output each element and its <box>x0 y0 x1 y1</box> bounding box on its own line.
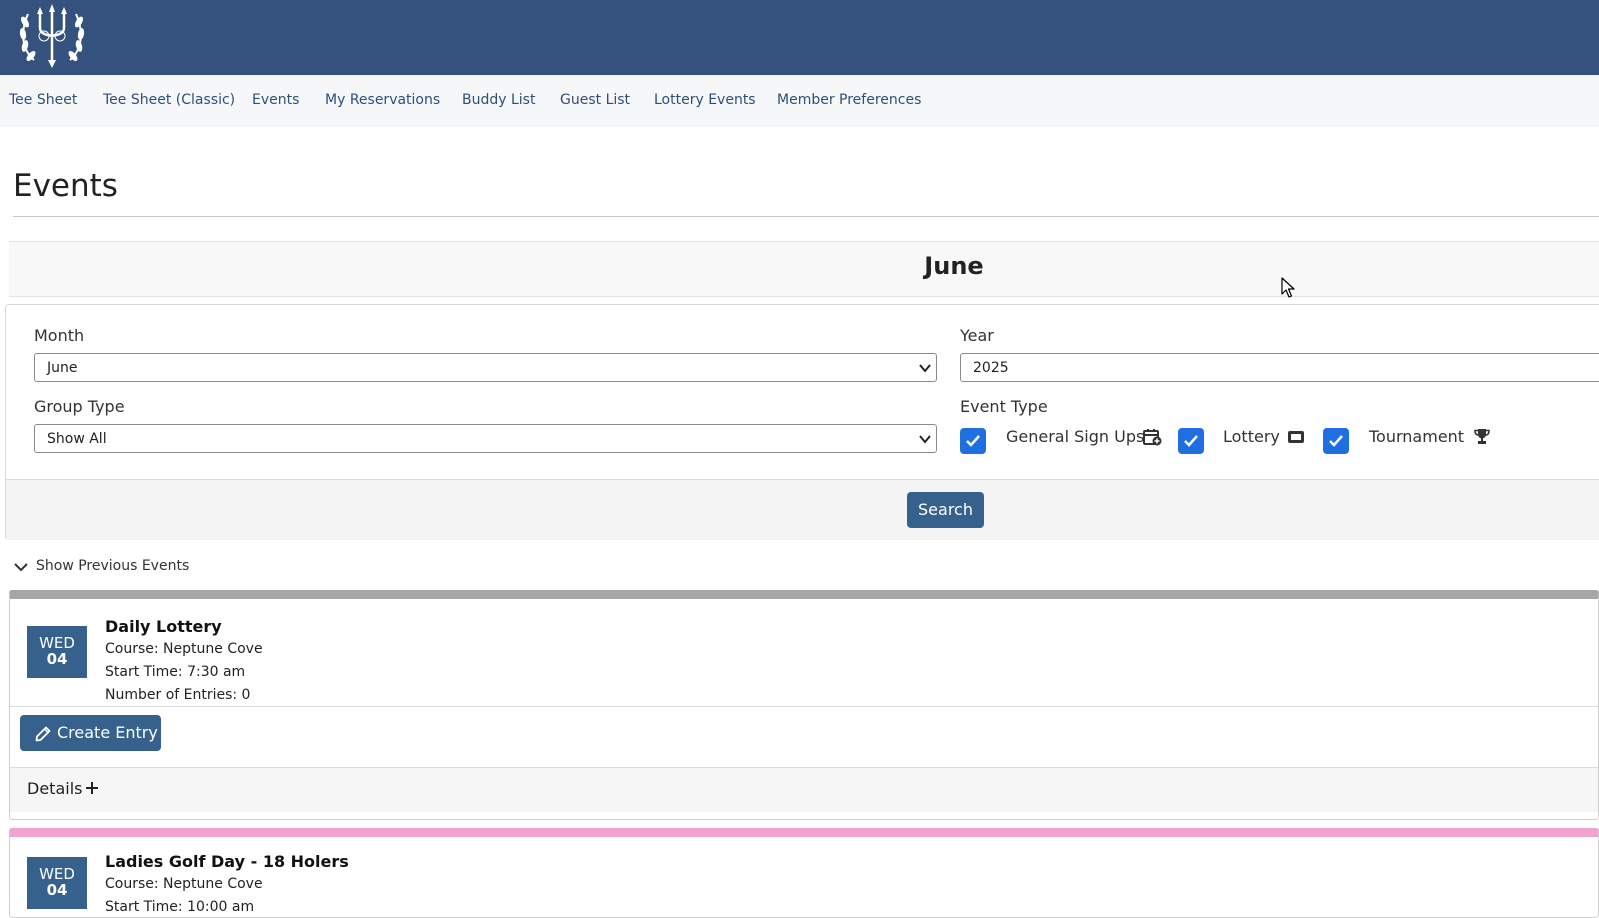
trophy-icon <box>1474 429 1490 444</box>
nav-my-reservations[interactable]: My Reservations <box>325 92 440 108</box>
event-title: Daily Lottery <box>105 617 222 636</box>
event-course: Course: Neptune Cove <box>105 641 263 657</box>
event-course: Course: Neptune Cove <box>105 876 263 892</box>
details-label[interactable]: Details <box>27 779 82 798</box>
event-title: Ladies Golf Day - 18 Holers <box>105 852 349 871</box>
event-entries-count: Number of Entries: 0 <box>105 687 251 703</box>
year-select-value: 2025 <box>973 360 1009 376</box>
checkmark-icon <box>1184 435 1198 447</box>
month-banner: June <box>9 241 1599 297</box>
tournament-checkbox[interactable] <box>1323 428 1349 454</box>
date-badge-day: 04 <box>46 650 68 668</box>
create-entry-label: Create Entry <box>57 723 158 742</box>
chevron-down-icon <box>919 364 931 373</box>
group-type-select-value: Show All <box>47 431 107 447</box>
year-select[interactable]: 2025 <box>960 353 1599 382</box>
event-type-label: Event Type <box>960 397 1048 416</box>
event-start-time: Start Time: 7:30 am <box>105 664 246 680</box>
club-crest-logo[interactable] <box>16 2 88 70</box>
calendar-plus-icon <box>1143 429 1162 446</box>
nav-member-preferences[interactable]: Member Preferences <box>777 92 921 108</box>
filter-footer <box>6 479 1599 540</box>
nav-guest-list[interactable]: Guest List <box>560 92 630 108</box>
date-badge-day: 04 <box>46 881 68 899</box>
main-nav: Tee Sheet Tee Sheet (Classic) Events My … <box>0 75 1599 127</box>
event-start-time: Start Time: 10:00 am <box>105 899 255 915</box>
nav-tee-sheet-classic[interactable]: Tee Sheet (Classic) <box>103 92 235 108</box>
general-sign-ups-label: General Sign Ups <box>1006 427 1145 446</box>
date-badge-weekday: WED <box>39 634 75 652</box>
pencil-icon <box>35 726 51 742</box>
checkmark-icon <box>966 435 980 447</box>
plus-icon[interactable] <box>85 781 99 795</box>
card-divider <box>10 706 1598 707</box>
search-button[interactable]: Search <box>907 492 984 528</box>
mouse-cursor-icon <box>1281 277 1295 298</box>
month-heading: June <box>924 252 984 280</box>
event-card: WED 04 Daily Lottery Course: Neptune Cov… <box>9 590 1599 820</box>
lottery-checkbox[interactable] <box>1178 428 1204 454</box>
title-divider <box>13 216 1599 217</box>
year-label: Year <box>960 326 994 345</box>
month-select[interactable]: June <box>34 353 937 382</box>
group-type-select[interactable]: Show All <box>34 424 937 453</box>
month-select-value: June <box>47 360 78 376</box>
date-badge: WED 04 <box>27 626 87 678</box>
page-title: Events <box>13 168 118 204</box>
checkmark-icon <box>1329 435 1343 447</box>
chevron-down-icon <box>14 563 28 572</box>
show-previous-events-label: Show Previous Events <box>36 558 190 574</box>
nav-buddy-list[interactable]: Buddy List <box>462 92 535 108</box>
nav-lottery-events[interactable]: Lottery Events <box>654 92 756 108</box>
top-header-bar <box>0 0 1599 75</box>
filter-panel: Month June Year 2025 Group Type Show All… <box>5 304 1599 540</box>
chevron-down-icon <box>919 435 931 444</box>
create-entry-button[interactable]: Create Entry <box>20 715 161 751</box>
general-sign-ups-checkbox[interactable] <box>960 428 986 454</box>
nav-events[interactable]: Events <box>252 92 299 108</box>
month-label: Month <box>34 326 85 345</box>
nav-tee-sheet[interactable]: Tee Sheet <box>9 92 77 108</box>
date-badge-weekday: WED <box>39 865 75 883</box>
date-badge: WED 04 <box>27 857 87 909</box>
ticket-icon <box>1288 431 1304 443</box>
tournament-label: Tournament <box>1369 427 1465 446</box>
lottery-label: Lottery <box>1223 427 1280 446</box>
details-row[interactable]: Details <box>10 767 1598 812</box>
group-type-label: Group Type <box>34 397 125 416</box>
